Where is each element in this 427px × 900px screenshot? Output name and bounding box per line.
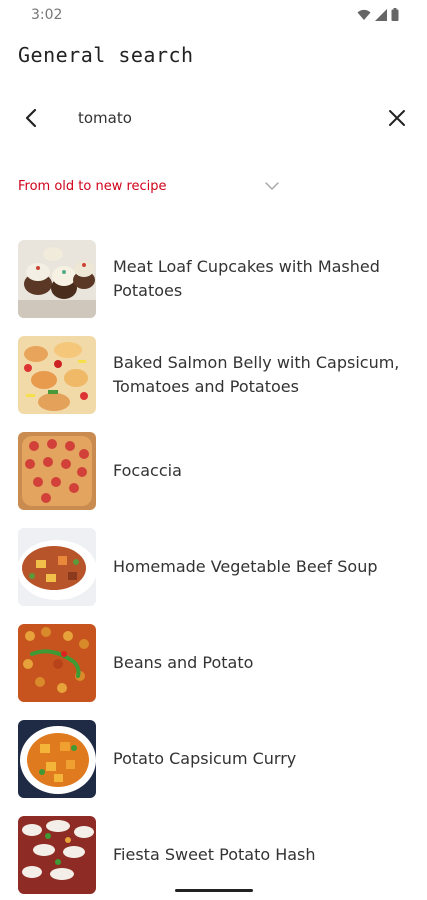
recipe-title: Homemade Vegetable Beef Soup <box>113 557 378 576</box>
status-time: 3:02 <box>31 7 63 23</box>
recipe-item[interactable]: Baked Salmon Belly with Capsicum, Tomato… <box>18 336 413 414</box>
recipe-item[interactable]: Meat Loaf Cupcakes with Mashed Potatoes <box>18 240 413 318</box>
recipe-title: Potato Capsicum Curry <box>113 749 297 768</box>
home-indicator[interactable] <box>175 889 253 892</box>
close-icon <box>389 110 405 126</box>
cellular-signal-icon <box>375 8 387 21</box>
search-bar <box>0 96 427 140</box>
status-bar: 3:02 <box>0 0 427 30</box>
recipe-item[interactable]: Potato Capsicum Curry <box>18 720 413 798</box>
recipe-title: Meat Loaf Cupcakes with Mashed Potatoes <box>113 257 380 300</box>
recipe-title: Beans and Potato <box>113 653 254 672</box>
recipe-thumbnail <box>18 720 96 798</box>
recipe-thumbnail <box>18 336 96 414</box>
recipe-thumbnail <box>18 240 96 318</box>
sort-selected-label: From old to new recipe <box>18 179 167 194</box>
wifi-icon <box>357 9 371 20</box>
sort-dropdown[interactable]: From old to new recipe <box>18 174 288 202</box>
page-title: General search <box>18 43 194 67</box>
back-arrow-icon <box>25 108 37 128</box>
recipe-thumbnail <box>18 816 96 894</box>
recipe-item[interactable]: Focaccia <box>18 432 413 510</box>
recipe-item[interactable]: Beans and Potato <box>18 624 413 702</box>
chevron-down-icon <box>265 182 279 190</box>
recipe-item[interactable]: Homemade Vegetable Beef Soup <box>18 528 413 606</box>
recipe-title: Fiesta Sweet Potato Hash <box>113 845 316 864</box>
recipe-item[interactable]: Fiesta Sweet Potato Hash <box>18 816 413 894</box>
recipe-title: Focaccia <box>113 461 182 480</box>
recipe-thumbnail <box>18 528 96 606</box>
recipe-thumbnail <box>18 432 96 510</box>
back-button[interactable] <box>18 104 46 132</box>
recipe-thumbnail <box>18 624 96 702</box>
search-input[interactable] <box>78 104 368 132</box>
status-icons <box>357 8 399 21</box>
battery-icon <box>391 8 399 21</box>
recipe-title: Baked Salmon Belly with Capsicum, Tomato… <box>113 353 400 396</box>
clear-search-button[interactable] <box>383 104 411 132</box>
